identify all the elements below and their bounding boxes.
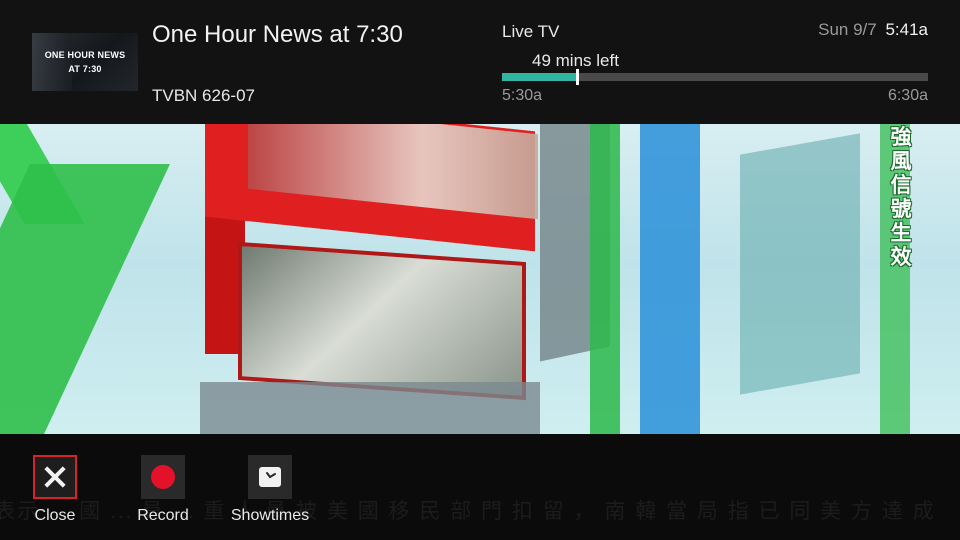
clock-icon: [259, 467, 281, 487]
program-thumbnail: ONE HOUR NEWS AT 7:30: [32, 33, 138, 91]
vertical-caption: 強風信號生效: [886, 126, 916, 270]
program-info-bar: ONE HOUR NEWS AT 7:30 One Hour News at 7…: [0, 0, 960, 124]
clock-time: 5:41a: [885, 20, 928, 39]
program-title: One Hour News at 7:30: [152, 21, 403, 48]
time-remaining: 49 mins left: [532, 51, 619, 70]
caption-char: 效: [890, 246, 912, 269]
progress-knob[interactable]: [575, 69, 579, 85]
close-button[interactable]: Close: [22, 455, 88, 525]
close-icon: [42, 464, 68, 490]
date-time: Sun 9/7 5:41a: [818, 20, 928, 40]
progress-fill: [502, 73, 577, 81]
showtimes-button[interactable]: Showtimes: [225, 455, 315, 525]
source-label: Live TV: [502, 22, 560, 41]
program-start-time: 5:30a: [502, 87, 543, 104]
close-button-box[interactable]: [33, 455, 77, 499]
thumbnail-title-line2: AT 7:30: [68, 64, 102, 74]
date-label: Sun 9/7: [818, 20, 877, 39]
record-button-label: Record: [137, 507, 189, 524]
caption-char: 號: [890, 198, 912, 221]
showtimes-button-box[interactable]: [248, 455, 292, 499]
close-button-label: Close: [34, 507, 76, 524]
record-button-box[interactable]: [141, 455, 185, 499]
record-button[interactable]: Record: [130, 455, 196, 525]
caption-char: 強: [890, 126, 912, 149]
thumbnail-title-line1: ONE HOUR NEWS: [44, 50, 126, 60]
program-end-time: 6:30a: [887, 87, 928, 104]
program-progress-bar[interactable]: [502, 69, 928, 85]
channel-label: TVBN 626-07: [152, 86, 255, 105]
caption-char: 風: [890, 150, 912, 173]
showtimes-button-label: Showtimes: [230, 507, 310, 524]
caption-char: 生: [890, 222, 912, 245]
caption-char: 信: [890, 174, 912, 197]
record-icon: [151, 465, 175, 489]
video-player[interactable]: [0, 124, 960, 434]
